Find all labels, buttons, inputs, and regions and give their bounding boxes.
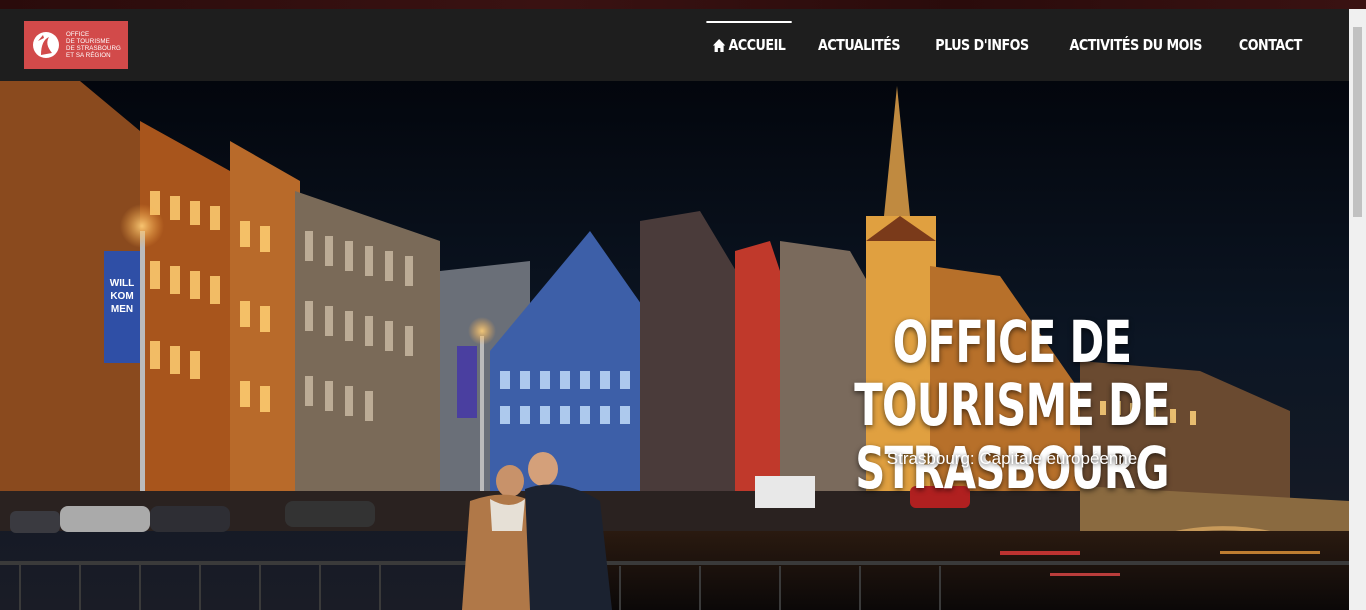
hero-title-line: OFFICE DE TOURISME DE (854, 308, 1170, 439)
nav-label: CONTACT (1239, 36, 1303, 54)
hero-subtitle: Strasbourg: Capitale européenne (886, 449, 1138, 468)
logo-line: DE STRASBOURG (66, 45, 121, 52)
nav-label: PLUS D'INFOS (935, 36, 1029, 54)
nav-item-accueil[interactable]: ACCUEIL (706, 9, 792, 81)
home-icon (712, 38, 725, 52)
nav-label: ACCUEIL (728, 36, 786, 54)
nav-item-activites-du-mois[interactable]: ACTIVITÉS DU MOIS (1063, 9, 1208, 81)
banner-text: WILL (110, 278, 134, 289)
logo-mark-icon (33, 32, 59, 58)
banner-text: KOM (110, 291, 133, 302)
logo-text: OFFICE DE TOURISME DE STRASBOURG ET SA R… (66, 31, 121, 59)
logo-line: OFFICE (66, 31, 90, 38)
main-menu: ACCUEIL ACTUALITÉS PLUS D'INFOS ACTIVITÉ… (697, 9, 1317, 81)
top-decorative-strip (0, 0, 1366, 9)
scroll-thumb[interactable] (1353, 27, 1362, 217)
page-scrollbar[interactable] (1349, 9, 1366, 610)
nav-item-actualites[interactable]: ACTUALITÉS (811, 9, 906, 81)
navbar: OFFICE DE TOURISME DE STRASBOURG ET SA R… (0, 9, 1349, 81)
hero-title: OFFICE DE TOURISME DE STRASBOURG (789, 311, 1235, 500)
logo-line: DE TOURISME (66, 38, 110, 45)
banner-text: MEN (111, 304, 133, 315)
site-logo[interactable]: OFFICE DE TOURISME DE STRASBOURG ET SA R… (24, 21, 128, 69)
nav-label: ACTUALITÉS (818, 36, 901, 54)
nav-item-plus-infos[interactable]: PLUS D'INFOS (929, 9, 1036, 81)
hero-banner: WILL KOM MEN OFFICE DE TOURISME DE STRAS… (0, 81, 1349, 610)
logo-line: ET SA RÉGION (66, 52, 111, 59)
nav-item-contact[interactable]: CONTACT (1233, 9, 1309, 81)
nav-label: ACTIVITÉS DU MOIS (1069, 36, 1203, 54)
